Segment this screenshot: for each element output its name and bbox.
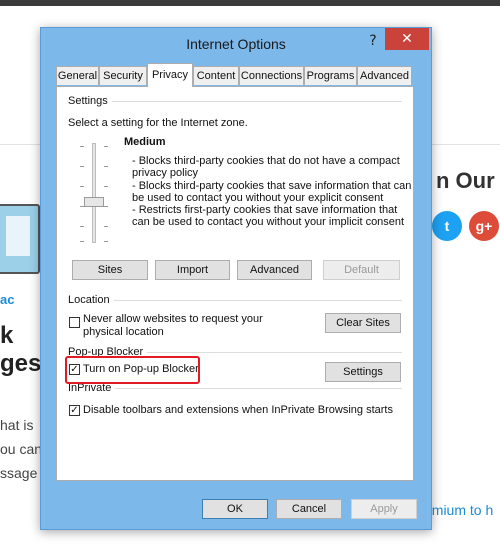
tab-advanced[interactable]: Advanced bbox=[357, 66, 412, 85]
settings-group-label: Settings bbox=[68, 95, 112, 107]
page-top-bar bbox=[0, 0, 500, 6]
google-plus-icon[interactable]: g+ bbox=[469, 211, 499, 241]
privacy-level-slider[interactable] bbox=[92, 143, 96, 243]
article-excerpt-line-1: hat is bbox=[0, 417, 34, 433]
advanced-button[interactable]: Advanced bbox=[237, 260, 312, 280]
description-line: - Blocks third-party cookies that save i… bbox=[132, 179, 412, 192]
location-group-label: Location bbox=[68, 294, 114, 306]
clear-sites-button[interactable]: Clear Sites bbox=[325, 313, 401, 333]
inprivate-checkbox[interactable]: ✓ bbox=[69, 405, 80, 416]
location-label-line: physical location bbox=[83, 325, 164, 338]
location-checkbox[interactable] bbox=[69, 317, 80, 328]
import-button[interactable]: Import bbox=[155, 260, 230, 280]
description-line: be used to contact you without your expl… bbox=[132, 191, 384, 204]
inprivate-checkbox-label[interactable]: Disable toolbars and extensions when InP… bbox=[83, 404, 393, 417]
article-category-link[interactable]: ac bbox=[0, 292, 14, 307]
background-heading: n Our C bbox=[436, 168, 500, 193]
internet-options-dialog: Internet Options ? ✕ General Security Pr… bbox=[40, 27, 432, 530]
ok-button[interactable]: OK bbox=[202, 499, 268, 519]
privacy-level-name: Medium bbox=[124, 136, 166, 148]
privacy-level-slider-thumb[interactable] bbox=[84, 197, 104, 207]
article-excerpt-line-3: ssage bbox=[0, 465, 38, 481]
description-line: privacy policy bbox=[132, 167, 199, 180]
tab-connections[interactable]: Connections bbox=[239, 66, 304, 85]
inprivate-separator bbox=[68, 388, 402, 389]
default-button[interactable]: Default bbox=[323, 260, 400, 280]
article-excerpt-line-2: ou can bbox=[0, 441, 43, 457]
cancel-button[interactable]: Cancel bbox=[276, 499, 342, 519]
tab-content[interactable]: Content bbox=[193, 66, 239, 85]
sites-button[interactable]: Sites bbox=[72, 260, 148, 280]
apply-button[interactable]: Apply bbox=[351, 499, 417, 519]
popup-blocker-highlight bbox=[65, 356, 200, 384]
select-setting-text: Select a setting for the Internet zone. bbox=[68, 117, 248, 129]
article-title-line-2[interactable]: ges bbox=[0, 350, 41, 378]
tab-programs[interactable]: Programs bbox=[304, 66, 357, 85]
location-separator bbox=[68, 300, 402, 301]
help-button[interactable]: ? bbox=[363, 31, 383, 51]
description-line: - Blocks third-party cookies that do not… bbox=[132, 155, 400, 167]
location-checkbox-label[interactable]: Never allow websites to request your phy… bbox=[83, 313, 263, 338]
description-line: - Restricts first-party cookies that sav… bbox=[132, 204, 398, 217]
twitter-icon[interactable]: t bbox=[432, 211, 462, 241]
privacy-level-description: - Blocks third-party cookies that do not… bbox=[132, 155, 412, 229]
article-title-line-1[interactable]: k bbox=[0, 322, 13, 350]
article-thumbnail[interactable] bbox=[0, 204, 40, 274]
popup-settings-button[interactable]: Settings bbox=[325, 362, 401, 382]
close-button[interactable]: ✕ bbox=[385, 28, 429, 50]
premium-link[interactable]: emium to h bbox=[424, 502, 493, 518]
tab-privacy[interactable]: Privacy bbox=[147, 63, 193, 87]
description-line: can be used to contact you without your … bbox=[132, 216, 405, 229]
tab-general[interactable]: General bbox=[56, 66, 99, 85]
settings-separator bbox=[68, 101, 402, 102]
privacy-panel: Settings Select a setting for the Intern… bbox=[56, 86, 414, 481]
location-label-line: Never allow websites to request your bbox=[83, 313, 263, 325]
tab-security[interactable]: Security bbox=[99, 66, 147, 85]
